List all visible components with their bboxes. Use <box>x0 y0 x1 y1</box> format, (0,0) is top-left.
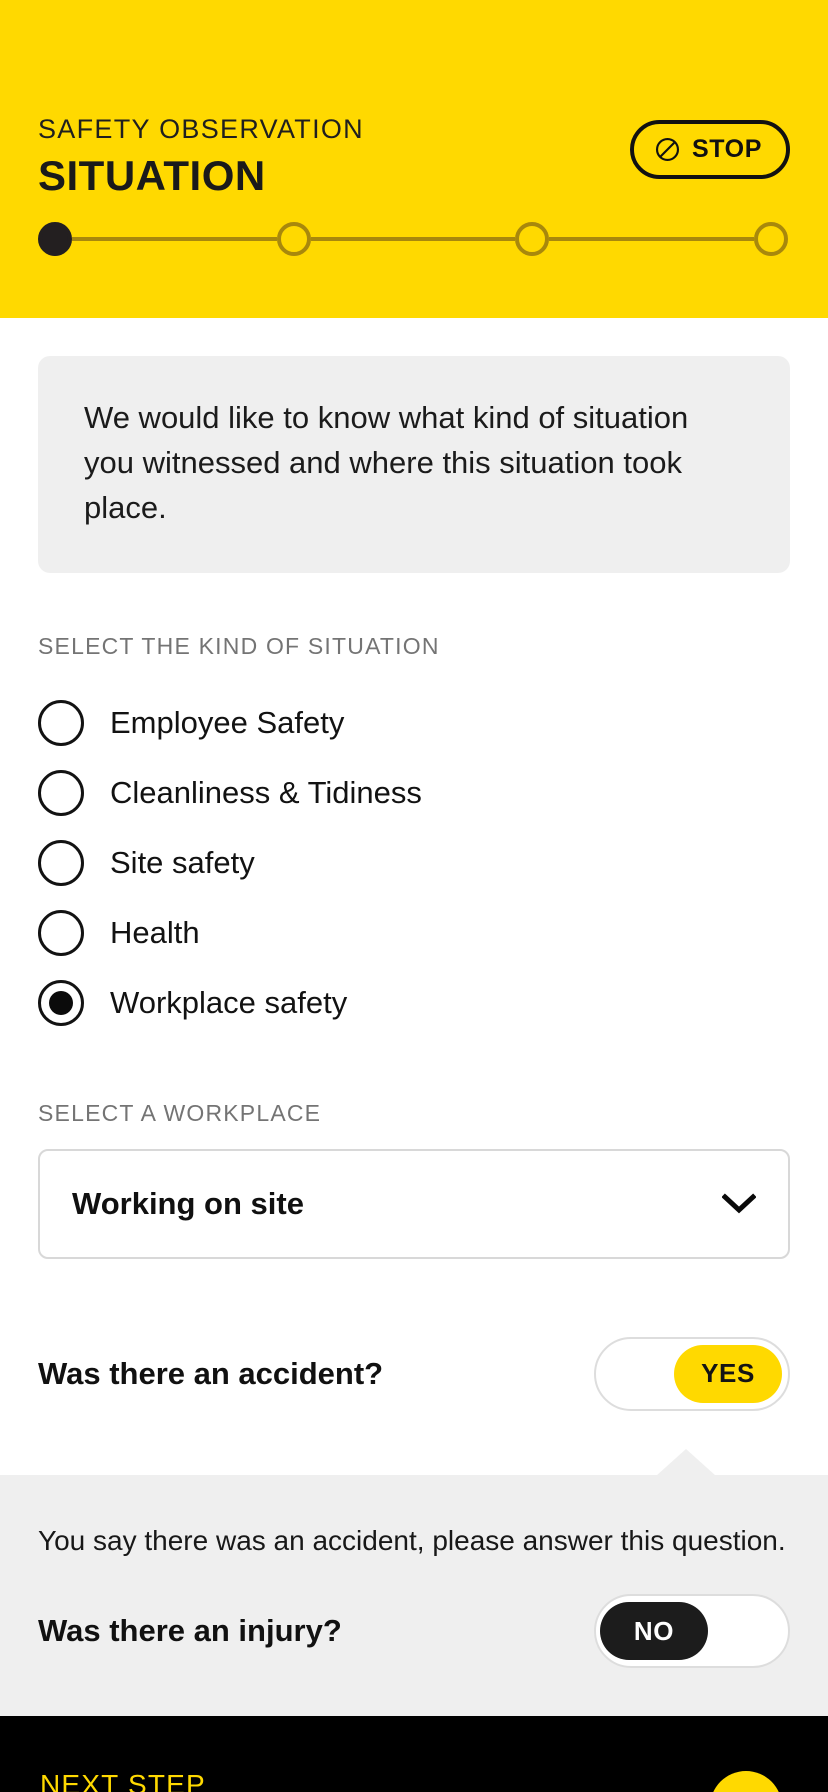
radio-option-cleanliness-tidiness[interactable]: Cleanliness & Tidiness <box>38 758 790 828</box>
radio-option-label: Health <box>110 915 200 951</box>
header-row: SAFETY OBSERVATION SITUATION STOP <box>38 112 790 201</box>
injury-row: Was there an injury? NO <box>38 1586 790 1676</box>
radio-option-site-safety[interactable]: Site safety <box>38 828 790 898</box>
radio-option-label: Employee Safety <box>110 705 345 741</box>
workplace-block: SELECT A WORKPLACE Working on site <box>38 1100 790 1259</box>
page-title: SITUATION <box>38 152 266 200</box>
followup-pointer-arrow <box>656 1448 716 1476</box>
radio-option-employee-safety[interactable]: Employee Safety <box>38 688 790 758</box>
prohibited-icon <box>654 136 681 163</box>
workplace-select-value: Working on site <box>72 1185 304 1221</box>
next-step-bar[interactable]: NEXT STEP INFORMATION <box>0 1716 828 1792</box>
intro-text: We would like to know what kind of situa… <box>84 400 689 525</box>
accident-toggle[interactable]: YES <box>594 1336 790 1411</box>
stepper-dot-2[interactable] <box>276 222 311 256</box>
radio-option-label: Cleanliness & Tidiness <box>110 775 422 811</box>
radio-icon <box>38 909 84 956</box>
content-area: We would like to know what kind of situa… <box>0 318 828 1716</box>
situation-kind-label: SELECT THE KIND OF SITUATION <box>38 632 440 659</box>
intro-card: We would like to know what kind of situa… <box>38 356 790 573</box>
injury-question: Was there an injury? <box>38 1613 342 1648</box>
radio-option-label: Workplace safety <box>110 985 348 1021</box>
header-kicker: SAFETY OBSERVATION <box>38 114 364 144</box>
workplace-label: SELECT A WORKPLACE <box>38 1099 322 1126</box>
injury-toggle[interactable]: NO <box>594 1594 790 1668</box>
injury-toggle-knob: NO <box>600 1602 708 1660</box>
accident-question: Was there an accident? <box>38 1355 384 1391</box>
progress-stepper <box>38 222 789 256</box>
radio-icon <box>38 839 84 886</box>
stepper-dot-1[interactable] <box>38 222 72 256</box>
radio-icon-selected <box>38 979 84 1026</box>
stepper-dot-3[interactable] <box>515 222 550 256</box>
footer-texts: NEXT STEP INFORMATION <box>40 1769 286 1792</box>
accident-toggle-knob: YES <box>674 1344 782 1403</box>
radio-icon <box>38 699 84 746</box>
app-header: SAFETY OBSERVATION SITUATION STOP <box>0 0 828 318</box>
radio-option-label: Site safety <box>110 845 255 881</box>
followup-note: You say there was an accident, please an… <box>38 1524 786 1556</box>
stop-button-label: STOP <box>691 135 762 163</box>
radio-option-workplace-safety[interactable]: Workplace safety <box>38 968 790 1038</box>
stop-button[interactable]: STOP <box>629 120 790 179</box>
chevron-down-icon <box>722 1193 756 1215</box>
header-titles: SAFETY OBSERVATION SITUATION <box>38 112 364 201</box>
stepper-line-1 <box>72 237 277 241</box>
stepper-dot-4[interactable] <box>754 222 789 256</box>
radio-icon <box>38 769 84 816</box>
stepper-line-3 <box>549 237 755 241</box>
safety-observation-screen: SAFETY OBSERVATION SITUATION STOP We wou… <box>0 0 828 1792</box>
radio-option-health[interactable]: Health <box>38 898 790 968</box>
workplace-select[interactable]: Working on site <box>38 1148 790 1259</box>
footer-kicker: NEXT STEP <box>40 1769 206 1792</box>
next-step-button[interactable] <box>710 1771 782 1792</box>
stepper-line-2 <box>310 237 516 241</box>
injury-followup-panel: You say there was an accident, please an… <box>0 1448 828 1716</box>
situation-option-list: Employee Safety Cleanliness & Tidiness S… <box>38 688 790 1038</box>
accident-row: Was there an accident? YES <box>38 1315 790 1433</box>
situation-kind-group: SELECT THE KIND OF SITUATION Employee Sa… <box>38 633 790 1038</box>
